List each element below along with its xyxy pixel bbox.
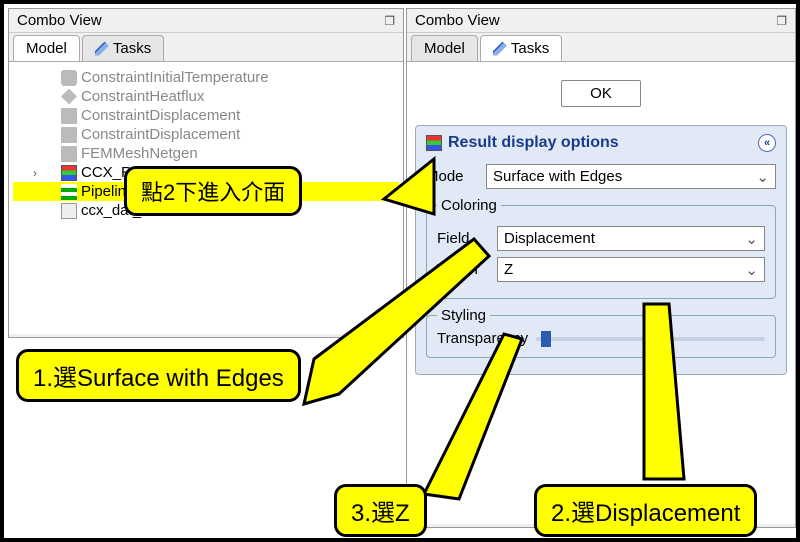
tasks-body: OK Result display options « Mode Surface… <box>407 62 795 524</box>
tree-label: ConstraintInitialTemperature <box>81 69 269 86</box>
tab-tasks-label: Tasks <box>113 40 151 57</box>
field-select[interactable]: Displacement <box>497 226 765 251</box>
panel-title-right: Combo View ❐ <box>407 9 795 33</box>
tree-item-temp[interactable]: ConstraintInitialTemperature <box>13 68 399 87</box>
slider-thumb[interactable] <box>541 331 551 347</box>
pipeline-icon <box>61 184 77 200</box>
results-icon <box>426 135 442 151</box>
dock-icon[interactable]: ❐ <box>776 14 787 28</box>
vector-select[interactable]: Z <box>497 257 765 282</box>
mesh-icon <box>61 146 77 162</box>
constraint-icon <box>61 89 77 105</box>
mode-select[interactable]: Surface with Edges <box>486 164 776 189</box>
tab-strip-right: Model Tasks <box>407 33 795 62</box>
field-label: Field <box>437 230 497 247</box>
mode-label: Mode <box>426 168 486 185</box>
file-icon <box>61 203 77 219</box>
constraint-icon <box>61 127 77 143</box>
constraint-icon <box>61 108 77 124</box>
pencil-icon <box>95 42 109 56</box>
transparency-row: Transparency <box>437 330 765 347</box>
tab-model[interactable]: Model <box>13 35 80 61</box>
tree-label: FEMMeshNetgen <box>81 145 198 162</box>
tab-tasks-label: Tasks <box>511 40 549 57</box>
chevron-right-icon[interactable]: › <box>33 166 37 180</box>
task-panel-header[interactable]: Result display options « <box>426 134 776 158</box>
callout-dblclick: 點2下進入介面 <box>124 166 302 216</box>
tree-item-heatflux[interactable]: ConstraintHeatflux <box>13 87 399 106</box>
task-panel-title: Result display options <box>448 134 619 152</box>
vector-label: Vector <box>437 261 497 278</box>
coloring-legend: Coloring <box>437 197 501 214</box>
pencil-icon <box>493 42 507 56</box>
dock-icon[interactable]: ❐ <box>384 14 395 28</box>
styling-group: Styling Transparency <box>426 307 776 358</box>
tab-model[interactable]: Model <box>411 35 478 61</box>
tree-label: ConstraintHeatflux <box>81 88 204 105</box>
ok-button[interactable]: OK <box>561 80 641 107</box>
tab-model-label: Model <box>424 40 465 57</box>
tree-item-disp1[interactable]: ConstraintDisplacement <box>13 106 399 125</box>
results-icon <box>61 165 77 181</box>
mode-row: Mode Surface with Edges <box>426 164 776 189</box>
collapse-icon[interactable]: « <box>758 134 776 152</box>
callout-step1: 1.選Surface with Edges <box>16 349 301 402</box>
vector-row: Vector Z <box>437 257 765 282</box>
tab-strip-left: Model Tasks <box>9 33 403 62</box>
callout-step2: 2.選Displacement <box>534 484 757 537</box>
styling-legend: Styling <box>437 307 490 324</box>
tree-item-mesh[interactable]: FEMMeshNetgen <box>13 144 399 163</box>
tree-label: ConstraintDisplacement <box>81 126 240 143</box>
tab-tasks[interactable]: Tasks <box>480 35 562 61</box>
transparency-slider[interactable] <box>536 337 765 341</box>
transparency-label: Transparency <box>437 330 528 347</box>
constraint-icon <box>61 70 77 86</box>
result-display-panel: Result display options « Mode Surface wi… <box>415 125 787 375</box>
callout-step3: 3.選Z <box>334 484 427 537</box>
tree-label: ConstraintDisplacement <box>81 107 240 124</box>
tab-tasks[interactable]: Tasks <box>82 35 164 61</box>
panel-title-left: Combo View ❐ <box>9 9 403 33</box>
combo-view-right: Combo View ❐ Model Tasks OK Result displ… <box>406 8 796 528</box>
panel-title-text: Combo View <box>17 12 102 29</box>
tree-item-disp2[interactable]: ConstraintDisplacement <box>13 125 399 144</box>
panel-title-text: Combo View <box>415 12 500 29</box>
coloring-group: Coloring Field Displacement Vector Z <box>426 197 776 299</box>
ok-wrap: OK <box>415 80 787 107</box>
tab-model-label: Model <box>26 40 67 57</box>
field-row: Field Displacement <box>437 226 765 251</box>
